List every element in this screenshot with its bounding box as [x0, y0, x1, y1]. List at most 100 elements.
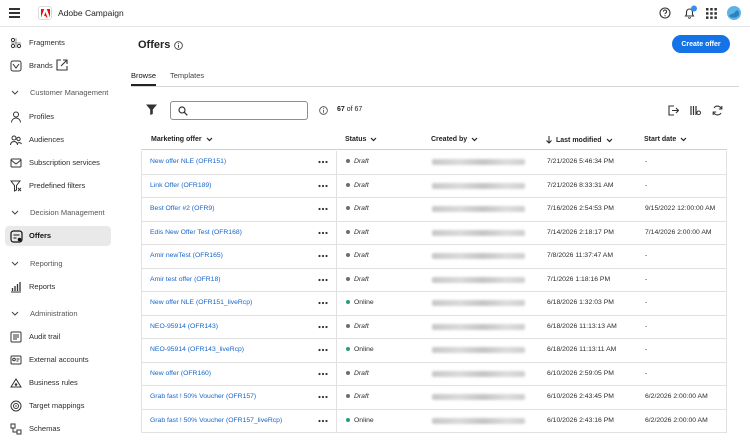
sidebar-item-brands[interactable]: Brands — [0, 56, 118, 76]
sidebar-item-schemas[interactable]: Schemas — [0, 419, 118, 439]
sidebar-item-label: Schemas — [29, 424, 61, 433]
last-modified-cell: 6/18/2026 11:13:11 AM — [547, 346, 617, 353]
sidebar-item-external-accounts[interactable]: External accounts — [0, 350, 118, 370]
app-title[interactable]: Adobe Campaign — [58, 8, 124, 18]
column-header-start-date[interactable]: Start date — [644, 136, 687, 143]
column-divider — [336, 221, 337, 244]
more-actions-icon[interactable] — [318, 251, 328, 261]
sidebar-item-target-mappings[interactable]: Target mappings — [0, 396, 118, 416]
offer-name-link[interactable]: Grab fast ! 50% Voucher (OFR157) — [150, 393, 256, 400]
more-actions-icon[interactable] — [318, 181, 328, 191]
column-header-status[interactable]: Status — [345, 136, 377, 143]
table-row[interactable]: Amir test offer (OFR18) Draft 7/1/2026 1:1… — [141, 268, 727, 292]
tab-browse[interactable]: Browse — [131, 71, 157, 86]
status-dot — [346, 417, 350, 422]
status-label: Draft — [354, 275, 369, 283]
section-decision-management[interactable]: Decision Management — [0, 205, 118, 221]
table-row[interactable]: Edis New Offer Test (OFR168) Draft 7/14/20… — [141, 221, 727, 245]
sidebar-item-profiles[interactable]: Profiles — [0, 107, 118, 127]
created-by-blurred — [432, 300, 525, 306]
status-label: Draft — [354, 181, 369, 189]
search-input[interactable] — [170, 101, 308, 120]
refresh-icon[interactable] — [712, 105, 723, 116]
more-actions-icon[interactable] — [318, 204, 328, 214]
status-label: Draft — [354, 205, 369, 212]
status-label: Online — [354, 416, 374, 424]
audit-icon — [10, 331, 22, 343]
sidebar-item-business-rules[interactable]: Business rules — [0, 373, 118, 393]
status-label: Draft — [354, 158, 369, 165]
start-date-cell: - — [645, 322, 648, 330]
user-avatar[interactable] — [727, 6, 741, 20]
sidebar-item-predefined-filters[interactable]: Predefined filters — [0, 176, 118, 196]
adobe-logo-icon[interactable] — [38, 6, 52, 20]
more-actions-icon[interactable] — [318, 369, 328, 379]
hamburger-menu-icon[interactable] — [9, 8, 20, 18]
info-icon[interactable] — [174, 41, 183, 50]
offer-name-link[interactable]: New offer NLE (OFR151_liveRcp) — [150, 299, 252, 306]
offer-name-link[interactable]: NEO-95914 (OFR143) — [150, 323, 218, 330]
section-customer-management[interactable]: Customer Management — [0, 85, 118, 101]
create-offer-button[interactable]: Create offer — [672, 35, 730, 53]
table-row[interactable]: Link Offer (OFR189) Draft 7/21/2026 8:33:3… — [141, 174, 727, 198]
table-row[interactable]: Grab fast ! 50% Voucher (OFR157) Draft 6/1… — [141, 386, 727, 410]
table-row[interactable]: Grab fast ! 50% Voucher (OFR157_liveRcp)… — [141, 409, 727, 433]
offer-name-link[interactable]: Best Offer #2 (OFR9) — [150, 205, 214, 212]
notifications-icon[interactable] — [682, 5, 698, 21]
column-header-last-modified[interactable]: Last modified — [546, 136, 613, 144]
sidebar-item-fragments[interactable]: Fragments — [0, 33, 118, 53]
section-administration[interactable]: Administration — [0, 306, 118, 322]
table-row[interactable]: New offer NLE (OFR151) Draft 7/21/2026 5:4… — [141, 151, 727, 175]
apps-grid-icon[interactable] — [706, 8, 717, 19]
sidebar-item-reports[interactable]: Reports — [0, 277, 118, 297]
offer-name-link[interactable]: New offer NLE (OFR151) — [150, 158, 226, 165]
sidebar-item-audit-trail[interactable]: Audit trail — [0, 327, 118, 347]
help-icon[interactable] — [659, 7, 671, 19]
offer-name-link[interactable]: Amir newTest (OFR165) — [150, 252, 223, 259]
filter-icon[interactable] — [146, 104, 157, 115]
offer-name-link[interactable]: Amir test offer (OFR18) — [150, 276, 221, 283]
table-row[interactable]: New offer NLE (OFR151_liveRcp) Online 6/18… — [141, 292, 727, 316]
more-actions-icon[interactable] — [318, 416, 328, 426]
table-row[interactable]: NEO-95914 (OFR143_liveRcp) Online 6/18/202… — [141, 339, 727, 363]
chevron-down-icon — [11, 210, 19, 215]
offer-name-link[interactable]: New offer (OFR160) — [150, 370, 211, 377]
sidebar-item-audiences[interactable]: Audiences — [0, 130, 118, 150]
sidebar: Fragments Brands Customer Management Pro… — [0, 27, 122, 446]
sidebar-item-label: Reports — [29, 282, 56, 291]
sidebar-item-subscription-services[interactable]: Subscription services — [0, 153, 118, 173]
reports-icon — [11, 282, 21, 293]
table-row[interactable]: New offer (OFR160) Draft 6/10/2026 2:59:05… — [141, 362, 727, 386]
info-icon[interactable] — [319, 106, 328, 115]
sidebar-item-offers[interactable]: Offers — [5, 226, 111, 246]
offer-name-link[interactable]: Grab fast ! 50% Voucher (OFR157_liveRcp) — [150, 417, 282, 424]
more-actions-icon[interactable] — [318, 157, 328, 167]
last-modified-cell: 6/10/2026 2:59:05 PM — [547, 369, 614, 377]
tab-templates[interactable]: Templates — [170, 71, 204, 80]
section-reporting[interactable]: Reporting — [0, 256, 118, 272]
offer-name-link[interactable]: Link Offer (OFR189) — [150, 182, 211, 189]
more-actions-icon[interactable] — [318, 298, 328, 308]
sidebar-item-label: Subscription services — [29, 158, 100, 167]
offer-name-link[interactable]: Edis New Offer Test (OFR168) — [150, 229, 242, 236]
more-actions-icon[interactable] — [318, 275, 328, 285]
column-header-created-by[interactable]: Created by — [431, 136, 478, 143]
status-label: Online — [354, 346, 374, 353]
offer-name-link[interactable]: NEO-95914 (OFR143_liveRcp) — [150, 346, 244, 353]
status-cell: Draft — [346, 205, 369, 212]
brands-icon — [10, 60, 22, 72]
more-actions-icon[interactable] — [318, 345, 328, 355]
more-actions-icon[interactable] — [318, 392, 328, 402]
more-actions-icon[interactable] — [318, 228, 328, 238]
status-cell: Draft — [346, 252, 369, 259]
sidebar-item-label: Predefined filters — [29, 181, 86, 190]
external-link-icon[interactable] — [56, 59, 68, 71]
export-icon[interactable] — [668, 105, 679, 116]
column-header-marketing-offer[interactable]: Marketing offer — [151, 136, 213, 143]
table-row[interactable]: Best Offer #2 (OFR9) Draft 7/16/2026 2:54:… — [141, 198, 727, 222]
table-row[interactable]: NEO-95914 (OFR143) Draft 6/18/2026 11:13:1… — [141, 315, 727, 339]
chevron-down-icon — [206, 137, 212, 142]
table-row[interactable]: Amir newTest (OFR165) Draft 7/8/2026 11:37… — [141, 245, 727, 269]
more-actions-icon[interactable] — [318, 322, 328, 332]
column-settings-icon[interactable] — [690, 105, 701, 116]
